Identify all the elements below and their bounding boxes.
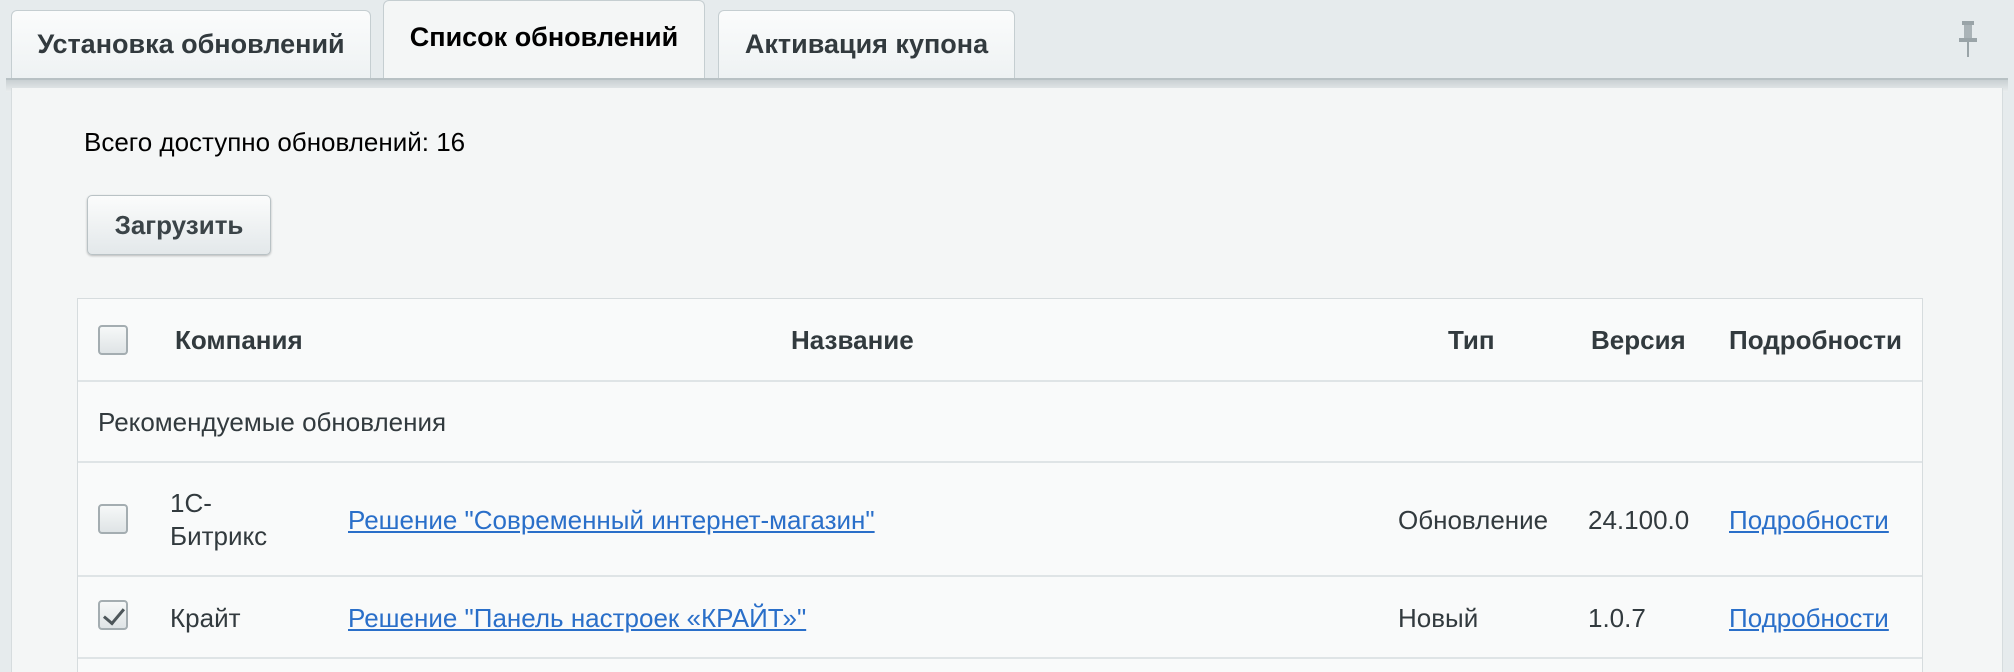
column-details: Подробности — [1729, 325, 1902, 355]
version-cell: 1.0.7 — [1588, 602, 1646, 633]
total-updates-text: Всего доступно обновлений: 16 — [84, 127, 466, 157]
company-line-2: Битрикс — [170, 521, 268, 551]
solution-link[interactable]: Решение "Панель настроек «КРАЙТ»" — [348, 603, 806, 634]
table-header-row: Компания Название Тип Версия Подробности — [78, 299, 1922, 382]
name-cell: Решение "Панель настроек «КРАЙТ»" — [348, 577, 806, 659]
tab-bar: Установка обновлений Список обновлений А… — [0, 0, 2014, 92]
tab-update-list[interactable]: Список обновлений — [383, 0, 705, 78]
group-row-recommended: Рекомендуемые обновления — [78, 382, 1922, 463]
row-checkbox[interactable] — [98, 600, 128, 630]
update-page: Установка обновлений Список обновлений А… — [0, 0, 2014, 672]
details-cell: Подробности — [1729, 463, 1889, 577]
row-checkbox[interactable] — [98, 504, 128, 534]
name-cell: Решение "Современный интернет-магазин" — [348, 463, 875, 577]
table-row[interactable]: Крайт Решение "Панель настроек «КРАЙТ»" … — [78, 577, 1922, 659]
version-cell: 24.100.0 — [1588, 504, 1690, 535]
group-label: Рекомендуемые обновления — [98, 407, 447, 437]
column-name: Название — [791, 325, 914, 355]
company-cell: 1С- Битрикс — [170, 463, 267, 577]
table-row[interactable]: 1С- Битрикс Решение "Современный интерне… — [78, 463, 1922, 577]
select-all-checkbox[interactable] — [98, 325, 128, 355]
details-cell: Подробности — [1729, 577, 1889, 659]
column-version: Версия — [1591, 325, 1686, 355]
tab-install-updates[interactable]: Установка обновлений — [11, 10, 371, 78]
type-cell: Новый — [1398, 602, 1479, 633]
company-line-1: 1С- — [170, 488, 212, 518]
updates-table: Компания Название Тип Версия Подробности… — [77, 298, 1923, 672]
details-link[interactable]: Подробности — [1729, 603, 1889, 634]
load-button[interactable]: Загрузить — [87, 195, 271, 255]
details-link[interactable]: Подробности — [1729, 505, 1889, 536]
column-company: Компания — [175, 325, 303, 355]
column-type: Тип — [1448, 325, 1495, 355]
solution-link[interactable]: Решение "Современный интернет-магазин" — [348, 505, 875, 536]
tab-coupon-activation[interactable]: Активация купона — [718, 10, 1015, 78]
type-cell: Обновление — [1398, 504, 1549, 535]
company-cell: Крайт — [170, 602, 241, 633]
pin-icon[interactable] — [1956, 20, 1980, 58]
